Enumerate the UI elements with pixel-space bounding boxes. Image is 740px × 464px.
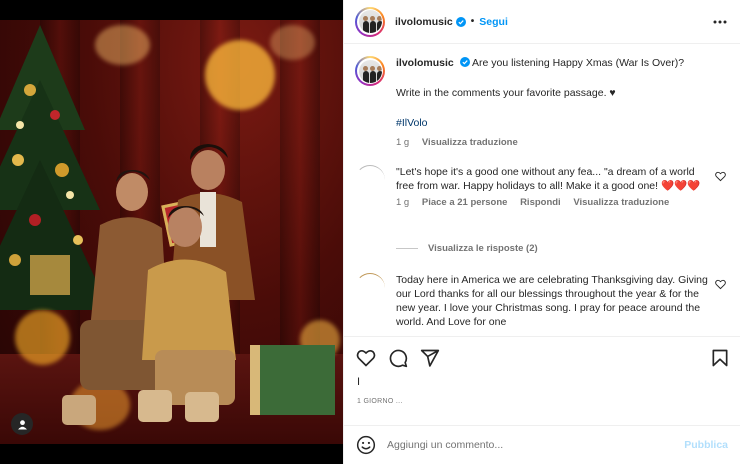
header-username[interactable]: ilvolomusic	[395, 16, 453, 28]
caption-hashtag[interactable]: #IlVolo	[396, 116, 725, 130]
post-header: ilvolomusic • Segui	[344, 0, 740, 44]
caption-line2: Write in the comments your favorite pass…	[396, 87, 616, 99]
comment-input[interactable]	[387, 439, 667, 451]
verified-badge-icon	[455, 16, 466, 27]
caption-age: 1 g	[396, 137, 410, 148]
comment-1: "Let's hope it's a good one without any …	[355, 165, 735, 208]
share-icon[interactable]	[420, 348, 440, 368]
view-replies-label: Visualizza le risposte (2)	[428, 243, 538, 254]
comment-avatar[interactable]	[355, 273, 385, 303]
likes-line[interactable]: I	[357, 376, 360, 388]
save-icon[interactable]	[710, 348, 730, 368]
post-sidebar: ilvolomusic • Segui ilvolomusic Are you …	[343, 0, 740, 464]
view-replies-button[interactable]: Visualizza le risposte (2)	[396, 243, 538, 254]
separator-dot: •	[470, 16, 475, 27]
people-figures	[62, 144, 255, 425]
add-comment-bar: Pubblica	[344, 425, 740, 464]
caption-username[interactable]: ilvolomusic	[396, 57, 454, 69]
comments-scroll-area[interactable]: ilvolomusic Are you listening Happy Xmas…	[344, 45, 740, 335]
caption-avatar[interactable]	[355, 56, 385, 86]
publish-button[interactable]: Pubblica	[684, 439, 728, 451]
post-caption: ilvolomusic Are you listening Happy Xmas…	[355, 56, 725, 150]
post-time-ago: 1 GIORNO ...	[357, 398, 403, 405]
emoji-icon[interactable]	[356, 435, 376, 455]
heart-icon[interactable]	[715, 279, 726, 290]
heart-icon[interactable]	[356, 348, 376, 368]
comment-text: "Let's hope it's a good one without any …	[396, 166, 695, 192]
comment-text: Today here in America we are celebrating…	[396, 274, 708, 328]
instagram-post: ilvolomusic • Segui ilvolomusic Are you …	[0, 0, 740, 464]
caption-translate-link[interactable]: Visualizza traduzione	[422, 137, 518, 148]
comment-translate-link[interactable]: Visualizza traduzione	[573, 197, 669, 208]
profile-avatar[interactable]	[355, 6, 385, 37]
more-options-icon[interactable]	[713, 15, 727, 29]
follow-button[interactable]: Segui	[479, 16, 508, 28]
photo-image	[0, 20, 343, 444]
comment-icon[interactable]	[388, 348, 408, 368]
caption-line1: Are you listening Happy Xmas (War Is Ove…	[472, 57, 685, 69]
caption-meta: 1 g Visualizza traduzione	[396, 136, 725, 150]
comment-avatar[interactable]	[355, 165, 385, 195]
heart-icon[interactable]	[715, 171, 726, 182]
comment-meta: 1 g Piace a 21 persone Rispondi Visualiz…	[396, 197, 735, 208]
comment-hearts: ❤️❤️❤️	[660, 180, 701, 192]
verified-badge-icon	[459, 57, 470, 67]
post-actions-bar	[344, 336, 740, 376]
comment-2: Today here in America we are celebrating…	[355, 273, 735, 329]
post-photo[interactable]	[0, 0, 343, 464]
comment-reply-button[interactable]: Rispondi	[520, 197, 561, 208]
user-tag-icon[interactable]	[11, 413, 33, 435]
comment-likes[interactable]: Piace a 21 persone	[422, 197, 508, 208]
comment-age: 1 g	[396, 197, 410, 208]
